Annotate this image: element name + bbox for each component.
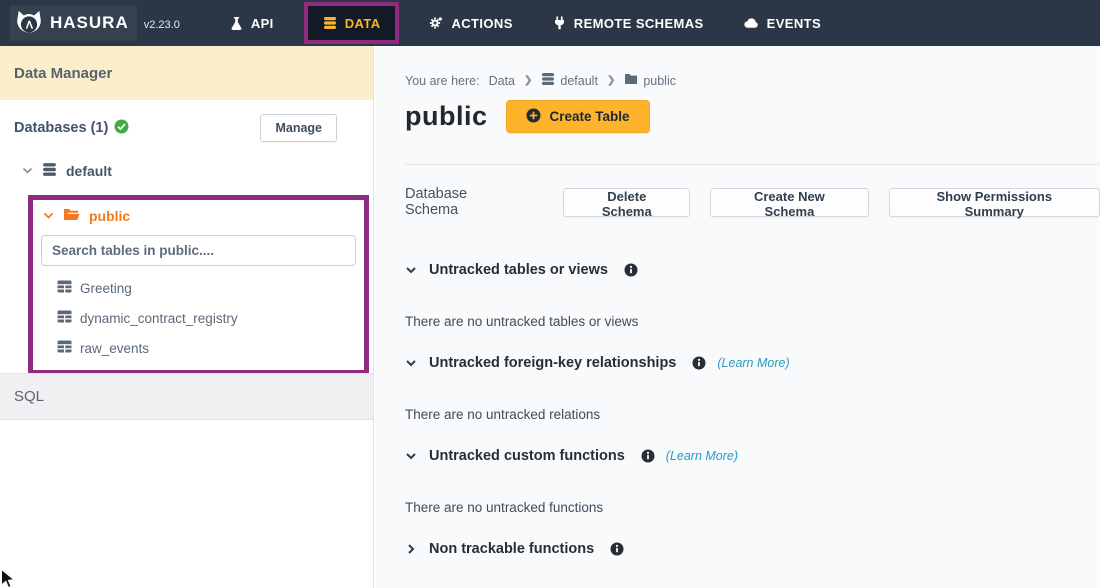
title-row: public Create Table: [405, 100, 1100, 133]
nav-item-api[interactable]: API: [210, 0, 294, 46]
nav-item-data[interactable]: DATA: [304, 2, 400, 44]
sidebar-item-table-dynamic-contract-registry[interactable]: dynamic_contract_registry: [33, 310, 364, 326]
sql-label: SQL: [14, 388, 44, 405]
learn-more-link[interactable]: (Learn More): [717, 356, 789, 370]
nav-item-events[interactable]: EVENTS: [724, 0, 841, 46]
chevron-down-icon[interactable]: [405, 264, 417, 276]
check-circle-icon: [114, 119, 129, 138]
folder-icon: [624, 73, 638, 88]
create-table-label: Create Table: [550, 109, 630, 124]
breadcrumb-data[interactable]: Data: [489, 74, 515, 88]
chevron-right-icon: ❯: [524, 75, 532, 86]
manage-button[interactable]: Manage: [260, 114, 337, 142]
sidebar-item-table-greeting[interactable]: Greeting: [33, 280, 364, 296]
info-icon[interactable]: [641, 449, 655, 463]
databases-row: Databases (1) Manage: [0, 100, 373, 152]
database-icon: [323, 16, 337, 30]
plus-circle-icon: [526, 108, 541, 126]
show-permissions-summary-button[interactable]: Show Permissions Summary: [889, 188, 1100, 217]
create-table-button[interactable]: Create Table: [506, 100, 650, 133]
chevron-right-icon[interactable]: [405, 543, 417, 555]
breadcrumb-public[interactable]: public: [624, 73, 676, 88]
empty-message-relations: There are no untracked relations: [405, 407, 1100, 422]
breadcrumb-schema-label: public: [643, 74, 676, 88]
nav-item-label: ACTIONS: [451, 16, 512, 31]
empty-message-functions: There are no untracked functions: [405, 500, 1100, 515]
database-icon: [42, 162, 57, 180]
nav-item-label: EVENTS: [767, 16, 821, 31]
chevron-right-icon: ❯: [607, 75, 615, 86]
breadcrumb: You are here: Data ❯ default ❯ public: [405, 72, 1100, 89]
mouse-cursor: [0, 568, 16, 588]
table-name-label: raw_events: [80, 341, 149, 356]
data-sidebar: Data Manager Databases (1) Manage defaul: [0, 46, 374, 588]
table-name-label: dynamic_contract_registry: [80, 311, 238, 326]
hasura-console: HASURA v2.23.0 API DATA: [0, 0, 1100, 588]
nav-item-remote-schemas[interactable]: REMOTE SCHEMAS: [533, 0, 724, 46]
database-icon: [541, 72, 555, 89]
sidebar-item-sql[interactable]: SQL: [0, 373, 373, 420]
chevron-down-icon[interactable]: [22, 163, 33, 179]
search-tables-input[interactable]: [41, 235, 356, 266]
database-name-label: default: [66, 163, 112, 179]
breadcrumb-database-label: default: [560, 74, 598, 88]
table-name-label: Greeting: [80, 281, 132, 296]
plug-icon: [553, 16, 566, 30]
section-untracked-fk-relationships[interactable]: Untracked foreign-key relationships (Lea…: [405, 355, 1100, 371]
section-title: Untracked custom functions: [429, 448, 625, 464]
folder-open-icon: [63, 208, 80, 224]
chevron-down-icon[interactable]: [405, 357, 417, 369]
breadcrumb-default[interactable]: default: [541, 72, 598, 89]
nav-item-label: DATA: [345, 16, 381, 31]
delete-schema-button[interactable]: Delete Schema: [563, 188, 690, 217]
sidebar-item-public-schema[interactable]: public: [33, 204, 364, 224]
data-manager-title: Data Manager: [14, 65, 112, 82]
databases-label: Databases (1): [14, 119, 129, 138]
nav-item-label: API: [251, 16, 274, 31]
database-schema-row: Database Schema Delete Schema Create New…: [405, 186, 1100, 218]
nav-items: API DATA ACTIONS: [210, 0, 841, 46]
info-icon[interactable]: [624, 263, 638, 277]
sidebar-item-table-raw-events[interactable]: raw_events: [33, 340, 364, 356]
table-icon: [57, 280, 72, 296]
databases-count: Databases (1): [14, 120, 108, 136]
annotation-box-public-schema: public Greeting dynamic_c: [28, 195, 369, 375]
section-title: Untracked tables or views: [429, 262, 608, 278]
hasura-logo[interactable]: HASURA: [10, 5, 137, 41]
page-title: public: [405, 101, 488, 132]
divider: [405, 164, 1100, 165]
section-title: Untracked foreign-key relationships: [429, 355, 676, 371]
learn-more-link[interactable]: (Learn More): [666, 449, 738, 463]
flask-icon: [230, 16, 243, 30]
logo-text: HASURA: [50, 13, 129, 33]
data-manager-header: Data Manager: [0, 46, 373, 100]
table-icon: [57, 310, 72, 326]
nav-item-actions[interactable]: ACTIONS: [409, 0, 532, 46]
cloud-icon: [744, 17, 759, 29]
section-title: Non trackable functions: [429, 541, 594, 557]
sidebar-item-default-db[interactable]: default: [0, 152, 373, 186]
table-icon: [57, 340, 72, 356]
gear-icon: [429, 16, 443, 30]
version-label: v2.23.0: [144, 19, 180, 31]
info-icon[interactable]: [692, 356, 706, 370]
chevron-down-icon[interactable]: [405, 450, 417, 462]
section-untracked-tables[interactable]: Untracked tables or views: [405, 262, 1100, 278]
nav-item-label: REMOTE SCHEMAS: [574, 16, 704, 31]
schema-name-label: public: [89, 208, 130, 224]
database-schema-label: Database Schema: [405, 186, 522, 218]
empty-message-tables: There are no untracked tables or views: [405, 314, 1100, 329]
section-untracked-custom-functions[interactable]: Untracked custom functions (Learn More): [405, 448, 1100, 464]
hasura-logo-icon: [14, 8, 44, 38]
top-navbar: HASURA v2.23.0 API DATA: [0, 0, 1100, 46]
create-new-schema-button[interactable]: Create New Schema: [710, 188, 868, 217]
chevron-down-icon[interactable]: [43, 208, 54, 224]
main-content: You are here: Data ❯ default ❯ public pu…: [375, 46, 1100, 588]
breadcrumb-prefix: You are here:: [405, 74, 480, 88]
section-non-trackable-functions[interactable]: Non trackable functions: [405, 541, 1100, 557]
info-icon[interactable]: [610, 542, 624, 556]
